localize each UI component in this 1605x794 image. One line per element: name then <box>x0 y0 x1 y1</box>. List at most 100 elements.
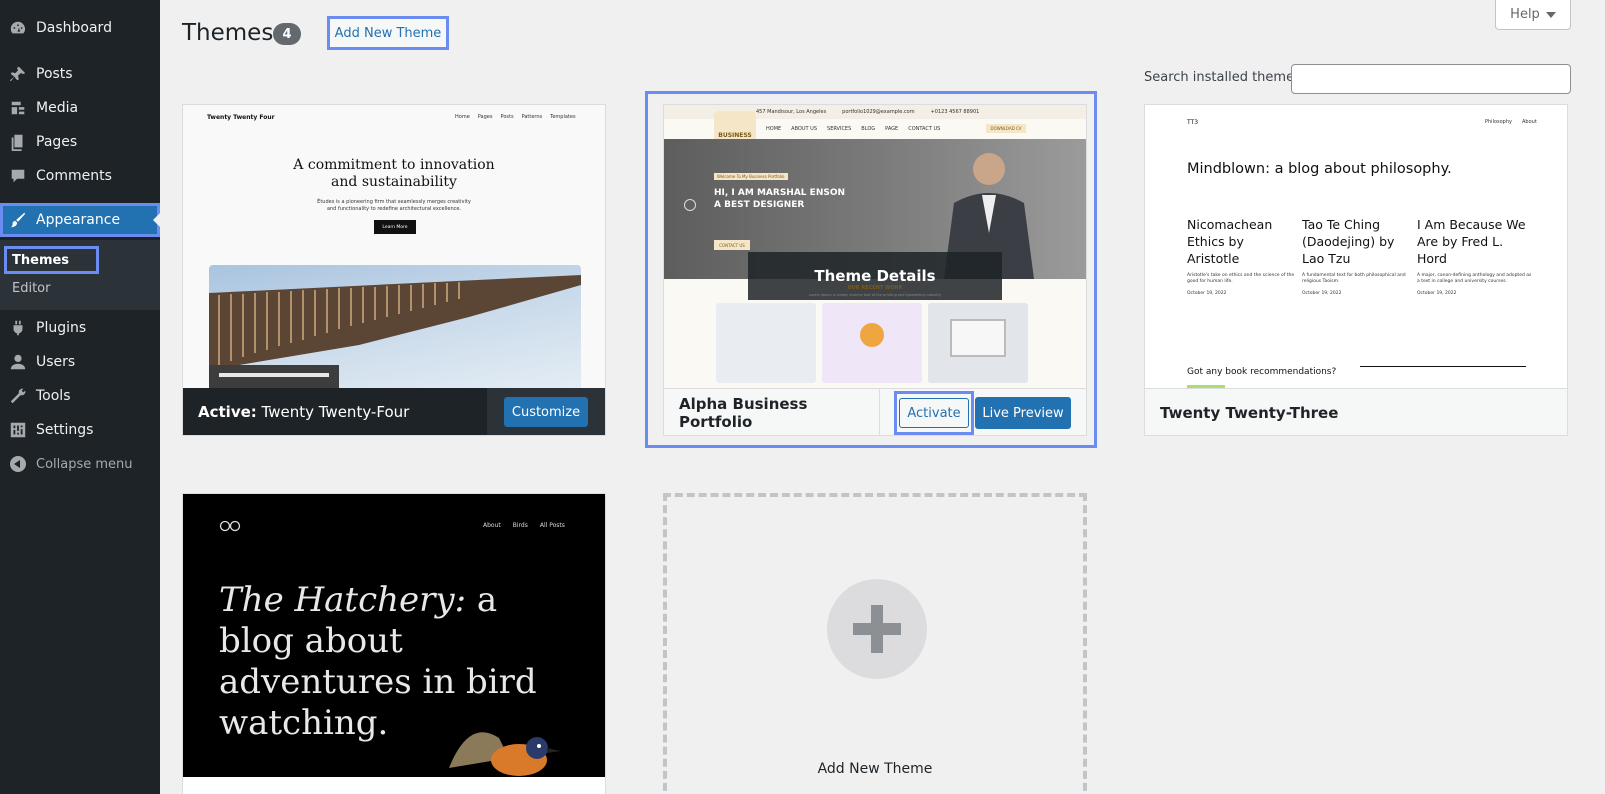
theme-info-bar: Alpha Business Portfolio Activate Live P… <box>664 388 1086 435</box>
pushpin-icon <box>0 65 36 83</box>
preview-headline: A commitment to innovation and sustainab… <box>183 157 605 191</box>
preview-divider <box>1360 366 1526 367</box>
preview-nav-item: Birds <box>512 522 528 529</box>
sidebar-item-users[interactable]: Users <box>0 345 160 379</box>
preview-footer-text: Got any book recommendations? <box>1187 367 1337 377</box>
preview-section-subtitle: Lorem Ipsum is simply dummy text of the … <box>808 293 942 297</box>
admin-sidebar: Dashboard Posts Media Pages Comments App… <box>0 0 160 794</box>
theme-name: Alpha Business Portfolio <box>679 394 808 431</box>
preview-post: Tao Te Ching (Daodejing) by Lao Tzu A fu… <box>1302 216 1410 296</box>
preview-post-date: October 19, 2022 <box>1187 291 1227 296</box>
preview-subtext: Études is a pioneering firm that seamles… <box>183 199 605 213</box>
theme-actions: Customize <box>487 388 605 435</box>
preview-nav-item: Pages <box>477 114 493 120</box>
preview-nav-item: Philosophy <box>1485 119 1512 125</box>
preview-topbar-item: +0123 4567 88901 <box>930 109 980 115</box>
sidebar-item-label: Pages <box>36 134 78 150</box>
sidebar-item-plugins[interactable]: Plugins <box>0 311 160 345</box>
divider <box>879 388 880 435</box>
sidebar-item-label: Dashboard <box>36 20 112 36</box>
preview-headline-line: and sustainability <box>331 174 457 190</box>
preview-post: I Am Because We Are by Fred L. Hord A ma… <box>1417 216 1533 296</box>
preview-nav-item: About <box>1522 119 1537 125</box>
preview-download-cv: DOWNLOAD CV <box>986 124 1026 133</box>
preview-nav-item: PAGE <box>885 126 899 132</box>
settings-icon <box>0 421 36 439</box>
live-preview-button[interactable]: Live Preview <box>975 397 1071 429</box>
preview-nav-item: HOME <box>766 126 782 132</box>
help-tab-button[interactable]: Help <box>1495 0 1571 30</box>
sidebar-item-settings[interactable]: Settings <box>0 413 160 447</box>
theme-screenshot: TT3 Philosophy About Mindblown: a blog a… <box>1145 105 1567 388</box>
preview-post-date: October 19, 2022 <box>1417 291 1457 296</box>
preview-hero-line: HI, I AM MARSHAL ENSON <box>714 188 846 198</box>
sidebar-item-label: Posts <box>36 66 73 82</box>
collapse-menu-label: Collapse menu <box>36 456 133 472</box>
preview-topbar-item: portfolio1029@example.com <box>842 109 915 115</box>
preview-nav-item: BLOG <box>861 126 876 132</box>
appearance-submenu: Themes Editor <box>0 240 160 310</box>
preview-post: Nicomachean Ethics by Aristotle Aristotl… <box>1187 216 1295 296</box>
sidebar-item-label: Plugins <box>36 320 87 336</box>
pages-icon <box>0 133 36 151</box>
preview-headline-em: The Hatchery: <box>219 580 467 620</box>
preview-nav: Philosophy About <box>1485 119 1537 125</box>
sidebar-item-label: Tools <box>36 388 71 404</box>
active-theme-name: Twenty Twenty-Four <box>261 403 410 421</box>
preview-post-title: Tao Te Ching (Daodejing) by Lao Tzu <box>1302 217 1395 266</box>
theme-screenshot: About Birds All Posts The Hatchery: a bl… <box>183 494 605 777</box>
search-themes-input[interactable] <box>1291 64 1571 94</box>
sidebar-item-pages[interactable]: Pages <box>0 125 160 159</box>
preview-post-excerpt: A fundamental text for both philosophica… <box>1302 273 1406 284</box>
preview-nav-item: Home <box>455 114 470 120</box>
preview-nav-item: About <box>483 522 501 529</box>
theme-card-twenty-twenty-two[interactable]: About Birds All Posts The Hatchery: a bl… <box>182 493 606 794</box>
add-new-theme-button[interactable]: Add New Theme <box>327 16 449 50</box>
sidebar-item-comments[interactable]: Comments <box>0 159 160 193</box>
preview-topbar-item: 457 Mandisour, Los Angeles <box>756 109 827 115</box>
sidebar-item-label: Comments <box>36 168 112 184</box>
preview-work-thumb <box>716 303 816 383</box>
preview-nav-item: Templates <box>550 114 576 120</box>
collapse-icon <box>0 456 36 472</box>
bird-logo-icon <box>219 520 241 532</box>
preview-site-title: Twenty Twenty Four <box>207 114 275 121</box>
customize-button[interactable]: Customize <box>504 397 588 427</box>
collapse-menu-button[interactable]: Collapse menu <box>0 450 133 478</box>
activate-focus-ring: Activate <box>894 391 974 435</box>
submenu-item-editor[interactable]: Editor <box>4 274 58 302</box>
preview-post-title: Nicomachean Ethics by Aristotle <box>1187 217 1273 266</box>
dashboard-icon <box>0 19 36 37</box>
theme-count-badge: 4 <box>273 23 301 45</box>
sidebar-item-media[interactable]: Media <box>0 91 160 125</box>
wrench-icon <box>0 387 36 405</box>
theme-card-alpha-business-portfolio[interactable]: 457 Mandisour, Los Angeles portfolio1029… <box>663 104 1087 436</box>
add-new-theme-card[interactable]: Add New Theme <box>663 493 1087 794</box>
sidebar-item-label: Users <box>36 354 76 370</box>
activate-button[interactable]: Activate <box>899 398 969 428</box>
preview-work-thumb <box>928 303 1028 383</box>
preview-nav-item: CONTACT US <box>908 126 941 132</box>
preview-headline: Mindblown: a blog about philosophy. <box>1187 161 1452 177</box>
preview-hero-line: A BEST DESIGNER <box>714 200 805 210</box>
sidebar-item-appearance[interactable]: Appearance <box>0 203 160 237</box>
submenu-item-themes[interactable]: Themes <box>4 246 99 274</box>
theme-info-bar: Twenty Twenty-Three <box>1145 388 1567 435</box>
bird-illustration <box>449 732 561 776</box>
sidebar-item-tools[interactable]: Tools <box>0 379 160 413</box>
sidebar-item-dashboard[interactable]: Dashboard <box>0 11 160 45</box>
preview-nav-item: Patterns <box>521 114 543 120</box>
preview-nav: HOME ABOUT US SERVICES BLOG PAGE CONTACT… <box>766 126 940 132</box>
preview-hero: Welcome To My Business Portfolio HI, I A… <box>664 139 1086 300</box>
theme-info-bar: Active: Twenty Twenty-Four Customize <box>183 388 605 435</box>
plus-icon <box>827 579 927 679</box>
theme-card-twenty-twenty-three[interactable]: TT3 Philosophy About Mindblown: a blog a… <box>1144 104 1568 436</box>
sidebar-item-posts[interactable]: Posts <box>0 57 160 91</box>
preview-nav-item: ABOUT US <box>791 126 818 132</box>
caret-down-icon <box>1545 11 1556 18</box>
preview-logo-line: BUSINESS <box>718 132 752 139</box>
help-label: Help <box>1510 7 1540 22</box>
theme-card-twenty-twenty-four[interactable]: Twenty Twenty Four Home Pages Posts Patt… <box>182 104 606 436</box>
preview-hero-text: HI, I AM MARSHAL ENSON A BEST DESIGNER <box>714 187 845 211</box>
sidebar-item-label: Settings <box>36 422 94 438</box>
